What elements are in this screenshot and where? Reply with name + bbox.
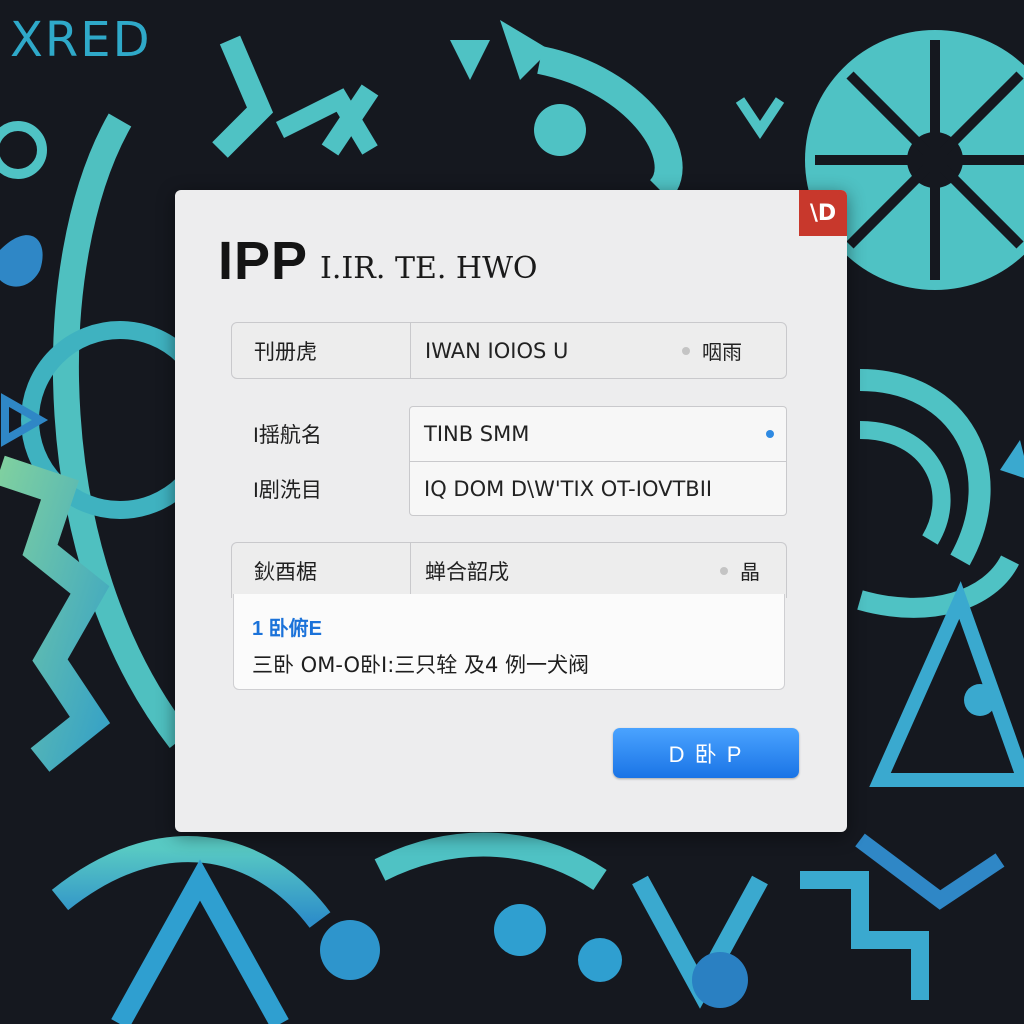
row-label: 鈥酉椐	[254, 560, 317, 584]
notice-title: 1 卧俯E	[252, 618, 323, 640]
dialog-title-main: IPP	[218, 231, 309, 291]
path-input[interactable]: IQ DOM D\W'TIX OT-IOVTBII	[409, 461, 787, 516]
row-label: I剧洗目	[253, 478, 322, 502]
close-icon: \D	[809, 200, 837, 226]
row-value[interactable]: IWAN IOIOS U 咽雨	[410, 323, 786, 378]
settings-group-2: I揺航名 TINB SMM I剧洗目 IQ DOM D\W'TIX OT-IOV…	[231, 406, 787, 516]
row-label: I揺航名	[253, 423, 322, 447]
row-value-text: 蝉合韶戌	[425, 559, 509, 584]
close-button[interactable]: \D	[799, 190, 847, 236]
row-value-text: IQ DOM D\W'TIX OT-IOVTBII	[424, 476, 713, 501]
dialog-window: \D IPP I.IR. TE. HWO 刊册虎 IWAN IOIOS U 咽雨…	[175, 190, 847, 832]
row-suffix: 咽雨	[702, 340, 742, 364]
status-dot-icon	[682, 346, 690, 355]
settings-row[interactable]: 鈥酉椐 蝉合韶戌 晶	[232, 543, 786, 598]
primary-button[interactable]: D 卧 P	[613, 728, 799, 778]
selected-dot-icon	[766, 430, 774, 438]
settings-row[interactable]: 刊册虎 IWAN IOIOS U 咽雨	[232, 323, 786, 378]
settings-group-3: 鈥酉椐 蝉合韶戌 晶	[231, 542, 787, 598]
dialog-title-sub: I.IR. TE. HWO	[320, 251, 538, 286]
row-suffix: 晶	[740, 560, 760, 584]
status-dot-icon	[720, 566, 728, 575]
row-value-text: TINB SMM	[424, 422, 530, 446]
dialog-title: IPP I.IR. TE. HWO	[218, 234, 538, 288]
row-value-text: IWAN IOIOS U	[425, 338, 569, 363]
row-value[interactable]: 蝉合韶戌 晶	[410, 543, 786, 598]
row-label: 刊册虎	[254, 340, 317, 364]
settings-group-1: 刊册虎 IWAN IOIOS U 咽雨	[231, 322, 787, 379]
name-input[interactable]: TINB SMM	[409, 406, 787, 461]
settings-row[interactable]: I揺航名 TINB SMM	[231, 406, 787, 461]
notice-panel: 1 卧俯E 三卧 OM-O卧I:三只辁 及4 例一犬阀	[233, 594, 785, 690]
background-corner-text: XRED	[10, 12, 152, 68]
notice-body: 三卧 OM-O卧I:三只辁 及4 例一犬阀	[252, 653, 589, 677]
settings-row[interactable]: I剧洗目 IQ DOM D\W'TIX OT-IOVTBII	[231, 461, 787, 516]
